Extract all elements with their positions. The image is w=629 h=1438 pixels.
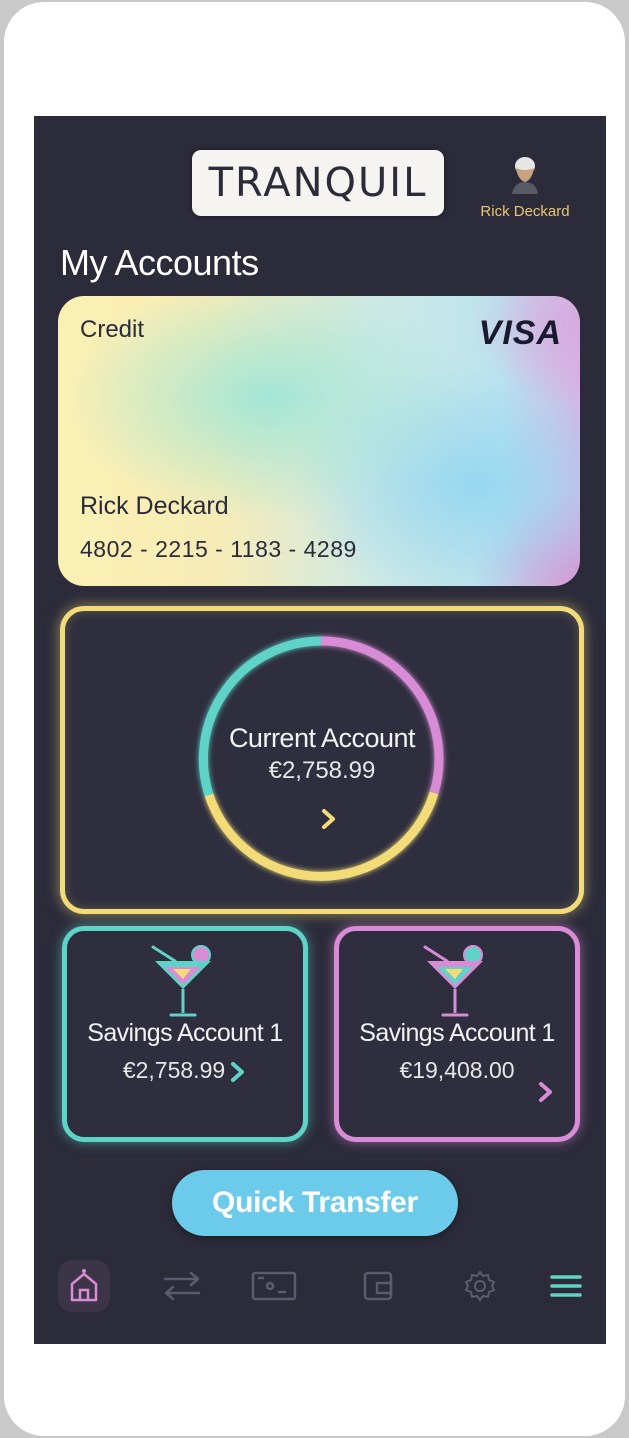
chevron-right-icon[interactable] [229,1061,247,1083]
savings-account-name: Savings Account 1 [87,1019,283,1047]
cocktail-icon [423,945,483,1017]
cocktail-icon [151,945,211,1017]
logo-text: TRANQUIL [208,160,428,206]
page-title: My Accounts [60,242,259,283]
card-holder: Rick Deckard [80,492,229,520]
nav-wallet[interactable] [352,1260,404,1312]
visa-logo: VISA [478,314,562,352]
credit-card[interactable]: Credit VISA Rick Deckard 4802 - 2215 - 1… [58,296,580,586]
card-type: Credit [80,316,145,343]
home-icon [70,1269,98,1302]
wallet-icon [363,1271,393,1301]
nav-home[interactable] [58,1260,110,1312]
menu-icon [550,1275,582,1297]
savings-account-balance: €2,758.99 [67,1057,303,1084]
savings-balance-value: €2,758.99 [122,1057,226,1083]
avatar [512,157,538,194]
app-logo: TRANQUIL [192,150,444,216]
savings-account-card[interactable]: Savings Account 1 €19,408.00 [334,926,580,1142]
nav-menu[interactable] [540,1260,592,1312]
nav-settings[interactable] [454,1260,506,1312]
user-profile[interactable]: Rick Deckard [470,154,580,220]
cash-icon [251,1271,297,1301]
app-screen: TRANQUIL Rick Deckard My Accounts Credit… [34,116,606,1344]
nav-cash[interactable] [248,1260,300,1312]
nav-transfer[interactable] [156,1260,208,1312]
current-account-name: Current Account [228,723,416,753]
quick-transfer-button[interactable]: Quick Transfer [172,1170,458,1236]
transfer-icon [163,1271,201,1301]
chevron-right-icon[interactable] [537,1081,555,1103]
bottom-nav [34,1256,606,1316]
current-account-balance: €2,758.99 [268,757,376,784]
chevron-right-icon[interactable] [318,807,342,831]
user-name: Rick Deckard [480,203,570,220]
settings-icon [464,1270,496,1302]
savings-balance-value: €19,408.00 [399,1057,515,1083]
savings-account-card[interactable]: Savings Account 1 €2,758.99 [62,926,308,1142]
phone-frame: TRANQUIL Rick Deckard My Accounts Credit… [4,2,625,1436]
current-account-card[interactable]: Current Account €2,758.99 [60,606,584,914]
savings-account-name: Savings Account 1 [359,1019,555,1047]
card-number: 4802 - 2215 - 1183 - 4289 [80,536,357,562]
savings-account-balance: €19,408.00 [339,1057,575,1084]
